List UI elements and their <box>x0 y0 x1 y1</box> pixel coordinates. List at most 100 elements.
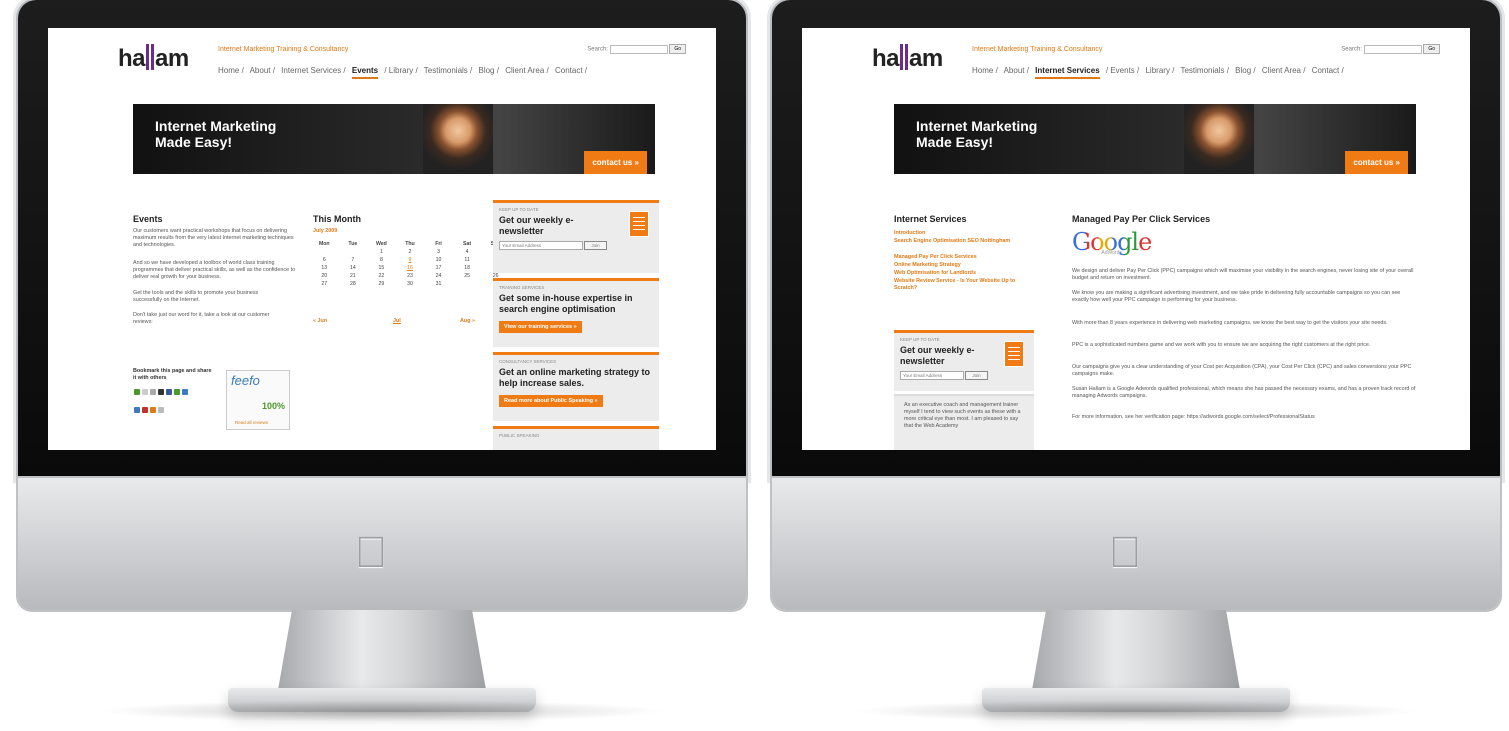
feefo-logo: feefo <box>231 373 260 388</box>
nav-home[interactable]: Home / <box>218 66 244 75</box>
calendar-day: 17 <box>435 265 442 271</box>
calendar-week-row: 20 21 22 23 24 25 26 <box>310 272 510 280</box>
share-icon[interactable] <box>142 407 148 413</box>
banner-title: Internet Marketing Made Easy! <box>916 118 1038 150</box>
main-paragraph-6: Susan Hallam is a Google Adwords qualifi… <box>1072 386 1416 399</box>
calendar-day: 15 <box>378 265 385 271</box>
nav-about[interactable]: About / <box>250 66 275 75</box>
search-button[interactable]: Go <box>669 44 686 54</box>
calendar-day: 28 <box>349 281 356 287</box>
share-icon[interactable] <box>142 389 148 395</box>
search-button[interactable]: Go <box>1423 44 1440 54</box>
calendar-day: 14 <box>349 265 356 271</box>
nav-internet-services[interactable]: Internet Services <box>1035 66 1100 79</box>
calendar-day: 8 <box>379 257 383 263</box>
share-icon[interactable] <box>150 389 156 395</box>
nav-blog[interactable]: Blog / <box>1235 66 1255 75</box>
search-input[interactable] <box>609 44 668 54</box>
read-all-reviews-link[interactable]: Read all reviews <box>235 420 268 425</box>
newsletter-email-input[interactable]: Your Email Address <box>900 371 964 380</box>
training-box: TRAINING SERVICES Get some in-house expe… <box>493 278 659 347</box>
banner-photo <box>1184 104 1254 174</box>
site-logo[interactable]: ha am <box>872 44 943 73</box>
nav-blog[interactable]: Blog / <box>478 66 498 75</box>
events-paragraph-4: Don't take just our word for it, take a … <box>133 312 270 325</box>
site-header: ha am Internet Marketing Training & Consu… <box>48 28 716 90</box>
nav-internet-services[interactable]: Internet Services / <box>281 66 345 75</box>
main-paragraph-7: For more information, see her verificati… <box>1072 414 1315 420</box>
calendar-day: 29 <box>378 281 385 287</box>
nav-about[interactable]: About / <box>1004 66 1029 75</box>
contact-us-button[interactable]: contact us » <box>1345 151 1408 174</box>
calendar-day: 20 <box>321 273 328 279</box>
calendar-day: 2 <box>408 249 412 255</box>
newsletter-join-button[interactable]: Join <box>584 241 607 250</box>
nav-library[interactable]: / Library / <box>384 66 417 75</box>
day-header: Tue <box>348 241 358 247</box>
calendar-heading: This Month <box>313 214 361 224</box>
calendar-day: 10 <box>435 257 442 263</box>
service-link-introduction[interactable]: Introduction <box>894 230 1024 237</box>
nav-testimonials[interactable]: Testimonials / <box>424 66 472 75</box>
social-share-icons <box>133 383 193 419</box>
nav-testimonials[interactable]: Testimonials / <box>1180 66 1228 75</box>
nav-client-area[interactable]: Client Area / <box>1262 66 1306 75</box>
nav-client-area[interactable]: Client Area / <box>505 66 549 75</box>
nav-contact[interactable]: Contact / <box>1312 66 1344 75</box>
calendar-day: 21 <box>349 273 356 279</box>
search-label: Search: <box>1341 46 1362 53</box>
nav-contact[interactable]: Contact / <box>555 66 587 75</box>
calendar-day: 7 <box>351 257 355 263</box>
service-link-ppc[interactable]: Managed Pay Per Click Services <box>894 254 1024 261</box>
calendar-day: 6 <box>322 257 326 263</box>
hero-banner: Internet Marketing Made Easy! contact us… <box>894 104 1416 174</box>
calendar-day: 1 <box>379 249 383 255</box>
share-icon[interactable] <box>174 389 180 395</box>
calendar-day: 24 <box>435 273 442 279</box>
service-link-seo[interactable]: Search Engine Optimisation SEO Nottingha… <box>894 238 1024 245</box>
search-input[interactable] <box>1363 44 1422 54</box>
training-kicker: TRAINING SERVICES <box>499 285 545 290</box>
share-icon[interactable] <box>158 389 164 395</box>
calendar-day-event[interactable]: 16 <box>396 264 425 272</box>
share-icon[interactable] <box>182 389 188 395</box>
contact-us-button[interactable]: contact us » <box>584 151 647 174</box>
service-link-strategy[interactable]: Online Marketing Strategy <box>894 262 1024 269</box>
nav-home[interactable]: Home / <box>972 66 998 75</box>
consultancy-title: Get an online marketing strategy to help… <box>499 367 651 388</box>
apple-logo-icon:  <box>1102 528 1148 578</box>
events-heading: Events <box>133 214 163 224</box>
feefo-percent: 100% <box>261 401 285 411</box>
search-label: Search: <box>587 46 608 53</box>
nav-events[interactable]: Events <box>351 66 379 79</box>
service-link-review[interactable]: Website Review Service - Is Your Website… <box>894 278 1034 292</box>
view-training-button[interactable]: View our training services » <box>499 321 582 333</box>
public-speaking-button[interactable]: Read more about Public Speaking » <box>499 395 603 407</box>
calendar-prev-link[interactable]: « Jun <box>313 318 327 325</box>
share-icon[interactable] <box>158 407 164 413</box>
public-speaking-box: PUBLIC SPEAKING <box>493 426 659 450</box>
share-icon[interactable] <box>150 407 156 413</box>
calendar-day: 11 <box>464 257 470 263</box>
site-logo[interactable]: ha am <box>118 44 189 73</box>
newsletter-join-button[interactable]: Join <box>965 371 988 380</box>
calendar-current-link[interactable]: Jul <box>393 318 401 325</box>
site-header: ha am Internet Marketing Training & Consu… <box>802 28 1470 90</box>
newsletter-form: Your Email Address Join <box>900 371 1028 380</box>
calendar-next-link[interactable]: Aug » <box>460 318 475 325</box>
share-icon[interactable] <box>134 389 140 395</box>
main-nav: Home / About / Internet Services / Event… <box>972 66 1348 79</box>
share-icon[interactable] <box>166 389 172 395</box>
day-header: Mon <box>318 241 330 247</box>
calendar-day-event[interactable]: 9 <box>396 256 425 264</box>
service-link-landlords[interactable]: Web Optimisation for Landlords <box>894 270 1024 277</box>
calendar-week-row: 13141516171819 <box>310 264 510 272</box>
newsletter-email-input[interactable]: Your Email Address <box>499 241 583 250</box>
events-paragraph-2: And so we have developed a toolbox of wo… <box>133 260 296 280</box>
newsletter-document-icon <box>629 211 649 237</box>
site-tagline: Internet Marketing Training & Consultanc… <box>218 46 349 53</box>
nav-events[interactable]: / Events / <box>1106 66 1139 75</box>
feefo-badge[interactable]: feefo 100% Read all reviews <box>226 370 290 430</box>
share-icon[interactable] <box>134 407 140 413</box>
nav-library[interactable]: Library / <box>1145 66 1174 75</box>
